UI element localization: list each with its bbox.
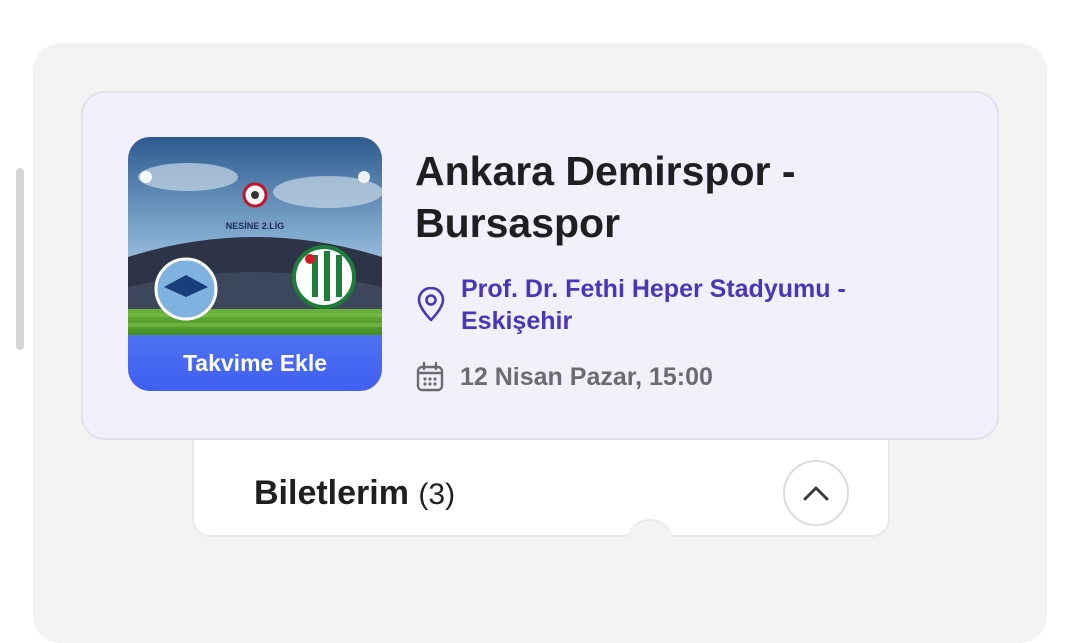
match-thumbnail: NESİNE 2.LİG Takvime Ekle: [128, 137, 382, 391]
collapse-tickets-button[interactable]: [783, 460, 849, 526]
event-card: NESİNE 2.LİG Takvime Ekle Ankara Demirsp…: [81, 91, 999, 440]
add-to-calendar-button[interactable]: Takvime Ekle: [128, 335, 382, 391]
tickets-count: (3): [418, 478, 456, 511]
calendar-icon: [416, 361, 444, 392]
event-date: 12 Nisan Pazar, 15:00: [460, 362, 713, 391]
date-row: 12 Nisan Pazar, 15:00: [415, 361, 713, 393]
location-pin-icon: [417, 287, 445, 322]
event-title: Ankara Demirspor - Bursaspor: [415, 148, 796, 246]
page-scrollbar[interactable]: [16, 168, 24, 350]
chevron-up-icon: [803, 486, 829, 501]
venue-link[interactable]: Prof. Dr. Fethi Heper Stadyumu - Eskişeh…: [461, 273, 955, 337]
venue-row: Prof. Dr. Fethi Heper Stadyumu - Eskişeh…: [415, 273, 955, 337]
tickets-heading: Biletlerim (3): [254, 474, 455, 513]
tickets-label: Biletlerim: [254, 474, 409, 512]
league-logo-text: NESİNE 2.LİG: [226, 221, 285, 231]
panel-notch: [626, 519, 674, 567]
